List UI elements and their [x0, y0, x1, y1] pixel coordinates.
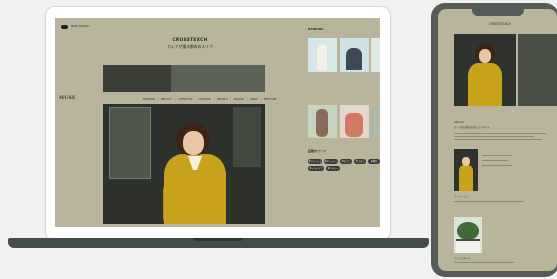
- nav-item-fashion[interactable]: FASHION: [143, 97, 155, 101]
- nav-item-shop[interactable]: SHOP: [250, 97, 258, 101]
- phone-article-caption: カレア描る都市の新しいスタイル: [454, 126, 490, 129]
- top-utility-links[interactable]: MENU SEARCH: [71, 25, 89, 28]
- text-line: [482, 160, 508, 161]
- phone-hero-image[interactable]: [454, 34, 516, 106]
- laptop-notch: [193, 238, 243, 241]
- phone-article-caption: ファッション: [454, 195, 469, 198]
- sidebar-thumbnail[interactable]: [340, 38, 369, 72]
- sidebar-thumbnail[interactable]: [340, 105, 369, 138]
- main-nav: FASHION | BEAUTY | LIFESTYLE | CULTURE | PEO…: [143, 97, 277, 101]
- hero-top-image: [103, 65, 265, 92]
- phone-article-thumbnail[interactable]: [454, 217, 482, 253]
- sidebar-thumbnail[interactable]: [371, 38, 380, 72]
- text-line: [482, 155, 512, 156]
- brand-logo[interactable]: MUSE: [59, 96, 76, 101]
- nav-item-feature[interactable]: FEATURE: [264, 97, 277, 101]
- phone-notch: [472, 9, 524, 16]
- phone-site-title[interactable]: CROSSTEXCH: [455, 22, 545, 26]
- nav-item-culture[interactable]: CULTURE: [198, 97, 211, 101]
- phone-screen: CROSSTEXCH ARTICLE カレア描る都市の新しいスタイル ファッショ…: [438, 9, 557, 271]
- tag-pill[interactable]: #ヘルシー: [326, 166, 340, 171]
- nav-item-lifestyle[interactable]: LIFESTYLE: [178, 97, 192, 101]
- phone-article-thumbnail[interactable]: [454, 149, 478, 191]
- phone-article-title[interactable]: ARTICLE: [454, 121, 464, 124]
- tag-pill[interactable]: #カフェ: [340, 159, 352, 164]
- hero-image[interactable]: [103, 104, 265, 224]
- tag-pill[interactable]: #ビューティー: [324, 159, 338, 168]
- nav-item-people[interactable]: PEOPLE: [217, 97, 228, 101]
- phone-hero-side: [518, 34, 557, 106]
- text-line: [454, 262, 514, 263]
- laptop-screen: MENU SEARCH CROSSTEXCH カレアが描る都市のスイブ MUSE…: [55, 18, 380, 227]
- phone-article-caption: ライフスタイル: [454, 257, 471, 260]
- tag-pill[interactable]: #コスメ: [354, 159, 366, 164]
- sidebar-thumbnail[interactable]: [308, 38, 337, 72]
- sidebar-heading: RANKING: [308, 27, 324, 31]
- nav-item-travel[interactable]: TRAVEL: [234, 97, 245, 101]
- text-line: [454, 133, 546, 134]
- tags-heading: 話題のワード: [308, 149, 327, 153]
- sidebar-thumbnail[interactable]: [371, 105, 380, 138]
- sidebar-thumbnail[interactable]: [308, 105, 337, 138]
- text-line: [454, 139, 542, 140]
- nav-item-beauty[interactable]: BEAUTY: [161, 97, 172, 101]
- tag-pill[interactable]: #ファッション: [308, 159, 322, 168]
- menu-icon[interactable]: [61, 25, 68, 29]
- tag-pill[interactable]: #インテリア: [308, 166, 324, 171]
- site-subtitle: カレアが描る都市のスイブ: [167, 44, 213, 49]
- text-line: [482, 165, 512, 166]
- site-title[interactable]: CROSSTEXCH: [135, 37, 245, 42]
- text-line: [454, 201, 524, 202]
- tag-pill[interactable]: #旅行: [368, 159, 380, 164]
- text-line: [454, 136, 534, 137]
